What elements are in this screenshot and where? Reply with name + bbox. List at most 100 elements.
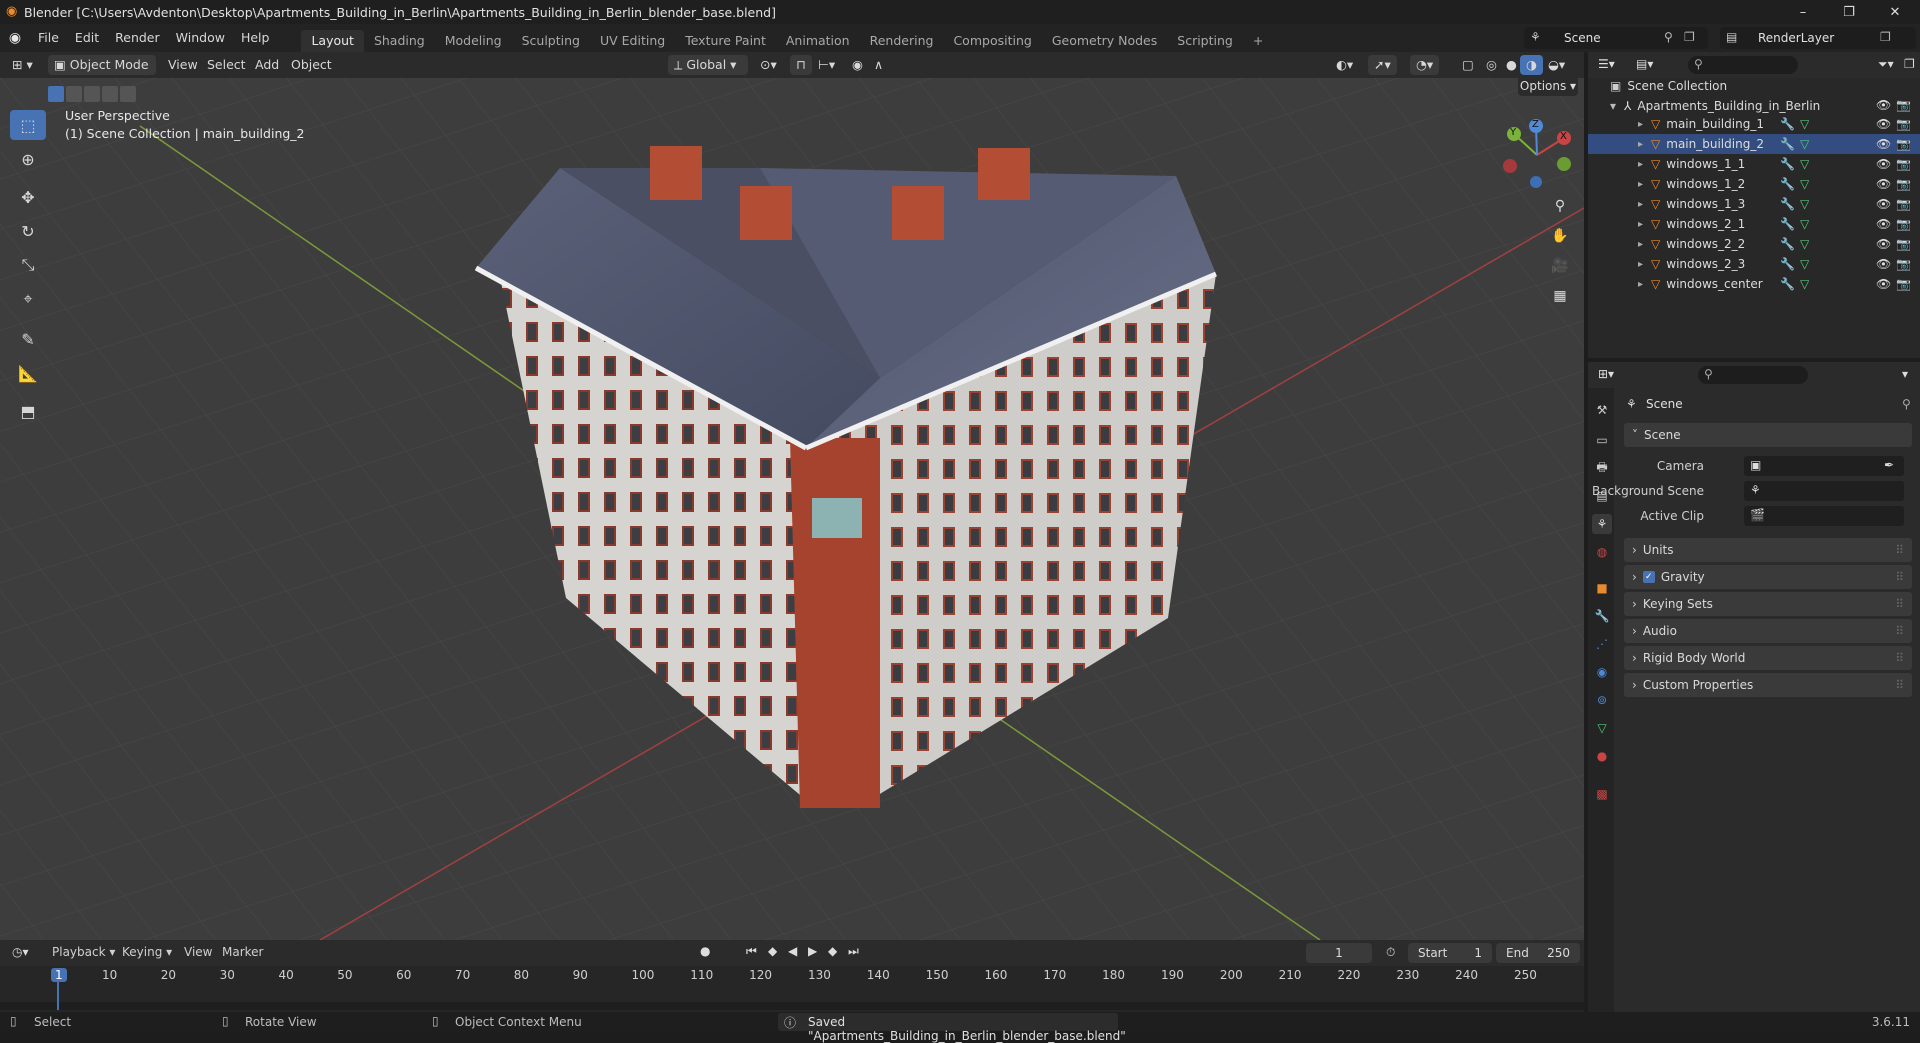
current-frame-field[interactable]: 1 — [1306, 943, 1372, 963]
material-tab-icon[interactable]: ● — [1592, 746, 1612, 766]
minimize-button[interactable]: – — [1780, 0, 1826, 24]
eye-icon[interactable]: 👁 — [1876, 137, 1891, 151]
outliner-scene-collection[interactable]: ▣ Scene Collection — [1588, 76, 1920, 96]
expand-arrow-icon[interactable]: ▸ — [1638, 279, 1643, 290]
chevron-down-icon[interactable]: ▾ — [1902, 367, 1908, 381]
mesh-data-icon[interactable]: ▽ — [1800, 117, 1809, 131]
constraints-tab-icon[interactable]: ⊚ — [1592, 690, 1612, 710]
eye-icon[interactable]: 👁 — [1876, 237, 1891, 251]
outliner-object-row[interactable]: ▸ ▽ windows_1_2 — [1588, 174, 1920, 194]
start-frame-field[interactable]: Start 1 — [1408, 943, 1492, 963]
camera-render-icon[interactable]: 📷 — [1896, 137, 1911, 151]
rendered-shading-icon[interactable]: ◒▾ — [1542, 55, 1571, 75]
outliner-object-row[interactable]: ▸ ▽ windows_2_3 — [1588, 254, 1920, 274]
tab-animation[interactable]: Animation — [776, 30, 860, 52]
gizmo-toggle-icon[interactable]: ➚▾ — [1368, 55, 1397, 75]
eyedropper-icon[interactable]: ✒ — [1884, 458, 1894, 472]
panel-units[interactable]: › Units ⠿ — [1624, 538, 1912, 562]
pin-icon[interactable]: ⚲ — [1902, 397, 1911, 411]
3d-viewport[interactable]: ⬚ ⊕ ✥ ↻ ⤡ ⌖ ✎ 📐 ⬒ User Perspective (1) S… — [0, 78, 1584, 940]
camera-render-icon[interactable]: 📷 — [1896, 237, 1911, 251]
camera-render-icon[interactable]: 📷 — [1896, 157, 1911, 171]
object-tab-icon[interactable]: ■ — [1592, 578, 1612, 598]
jump-end-icon[interactable]: ⏭ — [848, 944, 859, 959]
cursor-tool-icon[interactable]: ⊕ — [10, 144, 46, 174]
drag-handle-icon[interactable]: ⠿ — [1895, 651, 1904, 665]
transform-tool-icon[interactable]: ⌖ — [10, 284, 46, 314]
modifier-tab-icon[interactable]: 🔧 — [1592, 606, 1612, 626]
end-frame-field[interactable]: End 250 — [1496, 943, 1580, 963]
pan-hand-icon[interactable]: ✋ — [1546, 222, 1574, 250]
particles-tab-icon[interactable]: ⋰ — [1592, 634, 1612, 654]
menu-timeline-view[interactable]: View — [184, 945, 212, 959]
rotate-tool-icon[interactable]: ↻ — [10, 216, 46, 246]
next-keyframe-icon[interactable]: ◆ — [828, 944, 837, 958]
modifier-icon[interactable]: 🔧 — [1780, 197, 1795, 211]
expand-arrow-icon[interactable]: ▸ — [1638, 219, 1643, 230]
maximize-button[interactable]: ❐ — [1826, 0, 1872, 24]
expand-arrow-icon[interactable]: ▸ — [1638, 179, 1643, 190]
mesh-data-icon[interactable]: ▽ — [1800, 197, 1809, 211]
timeline-editor-icon[interactable]: ◷▾ — [12, 945, 29, 959]
close-button[interactable]: ✕ — [1872, 0, 1918, 24]
navigation-gizmo[interactable]: X Y Z — [1500, 118, 1574, 192]
stopwatch-icon[interactable]: ⏱ — [1386, 945, 1395, 960]
eye-icon[interactable]: 👁 — [1876, 157, 1891, 171]
play-icon[interactable]: ▶ — [808, 944, 817, 958]
modifier-icon[interactable]: 🔧 — [1780, 157, 1795, 171]
measure-tool-icon[interactable]: 📐 — [10, 358, 46, 388]
modifier-icon[interactable]: 🔧 — [1780, 177, 1795, 191]
menu-marker[interactable]: Marker — [222, 945, 263, 959]
expand-arrow-icon[interactable]: ▸ — [1638, 159, 1643, 170]
properties-editor-icon[interactable]: ⊞▾ — [1598, 367, 1614, 381]
view-layer-selector[interactable]: ▤ RenderLayer ❐ — [1720, 27, 1916, 49]
scale-tool-icon[interactable]: ⤡ — [10, 250, 46, 280]
tab-modeling[interactable]: Modeling — [435, 30, 512, 52]
eye-icon[interactable]: 👁 — [1876, 277, 1891, 291]
background-scene-field[interactable]: ⚘ — [1744, 481, 1904, 501]
camera-render-icon[interactable]: 📷 — [1896, 177, 1911, 191]
texture-tab-icon[interactable]: ▩ — [1592, 784, 1612, 804]
modifier-icon[interactable]: 🔧 — [1780, 217, 1795, 231]
xray-icon[interactable]: ▢ — [1456, 55, 1480, 75]
drag-handle-icon[interactable]: ⠿ — [1895, 678, 1904, 692]
menu-object[interactable]: Object — [285, 55, 338, 75]
pivot-point-icon[interactable]: ⊙▾ — [754, 55, 783, 75]
expand-arrow-icon[interactable]: ▸ — [1638, 199, 1643, 210]
mesh-data-icon[interactable]: ▽ — [1800, 137, 1809, 151]
timeline-scrollbar[interactable] — [0, 1002, 1584, 1010]
render-tab-icon[interactable]: ▭ — [1592, 430, 1612, 450]
drag-handle-icon[interactable]: ⠿ — [1895, 624, 1904, 638]
panel-custom-properties[interactable]: › Custom Properties ⠿ — [1624, 673, 1912, 697]
camera-render-icon[interactable]: 📷 — [1896, 197, 1911, 211]
new-scene-icon[interactable]: ❐ — [1684, 30, 1695, 44]
camera-field[interactable]: ▣ ✒ — [1744, 456, 1904, 476]
expand-arrow-icon[interactable]: ▸ — [1638, 139, 1643, 150]
blender-menu-icon[interactable]: ◉ — [0, 30, 30, 46]
expand-arrow-icon[interactable]: ▸ — [1638, 119, 1643, 130]
panel-audio[interactable]: › Audio ⠿ — [1624, 619, 1912, 643]
mesh-data-icon[interactable]: ▽ — [1800, 157, 1809, 171]
zoom-icon[interactable]: ⚲ — [1546, 192, 1574, 220]
material-shading-icon[interactable]: ◑ — [1520, 55, 1543, 75]
menu-add[interactable]: Add — [249, 55, 285, 75]
outliner-object-row[interactable]: ▸ ▽ windows_center — [1588, 274, 1920, 294]
tab-shading[interactable]: Shading — [364, 30, 435, 52]
drag-handle-icon[interactable]: ⠿ — [1895, 570, 1904, 584]
overlay-toggle-icon[interactable]: ◔▾ — [1410, 55, 1440, 75]
select-intersect-icon[interactable] — [120, 86, 136, 102]
panel-scene-header[interactable]: ˅ Scene — [1624, 423, 1912, 447]
add-cube-tool-icon[interactable]: ⬒ — [10, 396, 46, 426]
select-box-tool-icon[interactable]: ⬚ — [10, 110, 46, 140]
mesh-data-icon[interactable]: ▽ — [1800, 277, 1809, 291]
camera-render-icon[interactable]: 📷 — [1896, 257, 1911, 271]
falloff-icon[interactable]: ∧ — [868, 55, 889, 75]
proportional-edit-icon[interactable]: ◉ — [846, 55, 869, 75]
options-dropdown[interactable]: Options ▾ — [1518, 78, 1578, 96]
physics-tab-icon[interactable]: ◉ — [1592, 662, 1612, 682]
outliner-editor-icon[interactable]: ☰▾ — [1598, 57, 1615, 71]
editor-type-button[interactable]: ⊞ ▾ — [6, 55, 39, 75]
snap-icon[interactable]: ⊓ — [790, 55, 812, 75]
modifier-icon[interactable]: 🔧 — [1780, 137, 1795, 151]
expand-arrow-icon[interactable]: ▸ — [1638, 239, 1643, 250]
